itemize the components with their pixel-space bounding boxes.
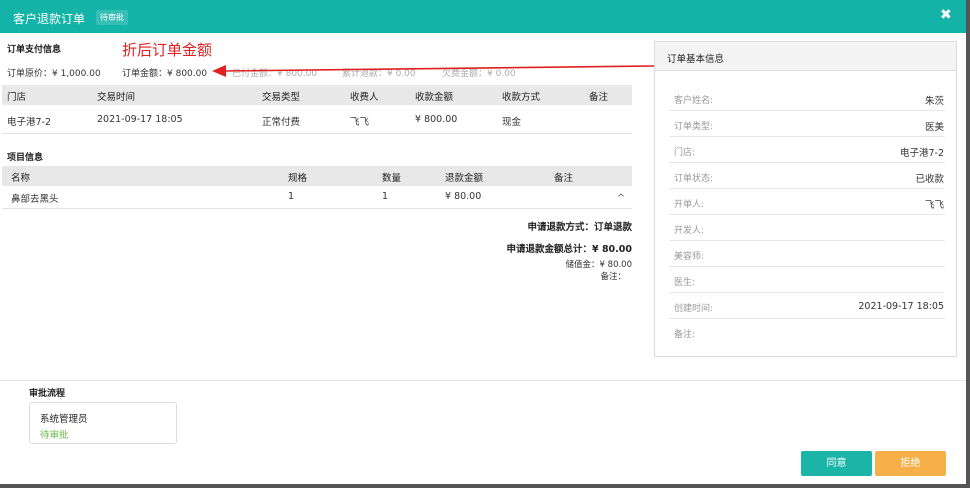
- info-label: 订单类型:: [674, 122, 714, 132]
- backdrop-edge: [0, 484, 970, 488]
- col-spec: 规格: [288, 173, 308, 184]
- info-label: 开发人:: [674, 226, 705, 236]
- info-label: 医生:: [674, 278, 696, 288]
- info-value: 电子港7-2: [899, 148, 944, 159]
- info-row-store: 门店: 电子港7-2: [669, 137, 945, 163]
- panel-header: 订单基本信息: [655, 42, 956, 71]
- row-method: 现金: [502, 117, 522, 128]
- item-name: 鼻部去黑头: [11, 194, 59, 205]
- col-cashier: 收费人: [350, 92, 379, 103]
- row-divider: [2, 208, 632, 209]
- info-row-status: 订单状态: 已收款: [669, 163, 945, 189]
- row-amount: ¥ 800.00: [415, 114, 458, 125]
- panel-title: 订单基本信息: [667, 54, 725, 65]
- col-name: 名称: [11, 173, 31, 184]
- close-icon[interactable]: ✖: [940, 7, 952, 23]
- col-item-note: 备注: [554, 173, 574, 184]
- info-row-created: 创建时间: 2021-09-17 18:05: [669, 293, 945, 319]
- row-time: 2021-09-17 18:05: [97, 114, 183, 125]
- transaction-table-header: 门店 交易时间 交易类型 收费人 收款金额 收款方式 备注: [2, 85, 632, 105]
- section-divider: [0, 380, 966, 381]
- approver-name: 系统管理员: [40, 414, 88, 425]
- info-row-remark: 备注:: [669, 319, 945, 345]
- col-refund: 退款金额: [445, 173, 484, 184]
- refund-total: 申请退款金额总计：¥ 80.00: [506, 244, 632, 255]
- approval-status: 待审批: [40, 430, 69, 441]
- refund-method: 申请退款方式：订单退款: [527, 222, 632, 233]
- item-qty: 1: [382, 191, 389, 202]
- info-row-customer: 客户姓名: 朱茨: [669, 85, 945, 111]
- col-amount: 收款金额: [415, 92, 454, 103]
- info-row-order-type: 订单类型: 医美: [669, 111, 945, 137]
- approver-card: 系统管理员 待审批: [29, 402, 177, 444]
- annotation-arrow-icon: [212, 65, 655, 77]
- items-section-title: 项目信息: [7, 153, 44, 163]
- row-cashier: 飞飞: [350, 117, 370, 128]
- info-label: 备注:: [674, 330, 696, 340]
- col-note: 备注: [589, 92, 609, 103]
- agree-button[interactable]: 同意: [801, 451, 872, 476]
- item-refund: ¥ 80.00: [445, 191, 482, 202]
- info-row-beautician: 美容师:: [669, 241, 945, 267]
- row-store: 电子港7-2: [7, 117, 52, 128]
- stored-value: 储值金：¥ 80.00: [565, 260, 632, 270]
- row-divider: [2, 133, 632, 134]
- info-label: 客户姓名:: [674, 96, 714, 106]
- chevron-up-icon[interactable]: ^: [617, 193, 625, 204]
- info-row-developer: 开发人:: [669, 215, 945, 241]
- col-method: 收款方式: [502, 92, 541, 103]
- info-value: 朱茨: [924, 96, 944, 107]
- info-label: 美容师:: [674, 252, 705, 262]
- info-label: 订单状态:: [674, 174, 714, 184]
- info-label: 门店:: [674, 148, 696, 158]
- order-basic-info-panel: 订单基本信息 客户姓名: 朱茨 订单类型: 医美 门店: 电子港7-2 订单状态: 已收…: [654, 41, 957, 357]
- reject-button[interactable]: 拒绝: [875, 451, 946, 476]
- approval-section-title: 审批流程: [29, 389, 66, 399]
- col-store: 门店: [7, 92, 27, 103]
- items-table-header: 名称 规格 数量 退款金额 备注: [2, 166, 632, 186]
- info-value: 2021-09-17 18:05: [858, 301, 944, 312]
- summary-remark: 备注：: [600, 272, 626, 282]
- refund-order-modal: 客户退款订单 待审批 ✖ 订单支付信息 折后订单金额 订单原价：¥ 1,000.…: [0, 0, 966, 484]
- info-value: 已收款: [915, 174, 944, 185]
- col-type: 交易类型: [262, 92, 301, 103]
- col-time: 交易时间: [97, 92, 136, 103]
- row-type: 正常付费: [262, 117, 301, 128]
- col-qty: 数量: [382, 173, 402, 184]
- info-value: 医美: [924, 122, 944, 133]
- item-spec: 1: [288, 191, 295, 202]
- backdrop-edge: [966, 0, 970, 488]
- info-label: 创建时间:: [674, 304, 714, 314]
- info-label: 开单人:: [674, 200, 705, 210]
- info-value: 飞飞: [924, 200, 944, 211]
- info-row-doctor: 医生:: [669, 267, 945, 293]
- info-row-opener: 开单人: 飞飞: [669, 189, 945, 215]
